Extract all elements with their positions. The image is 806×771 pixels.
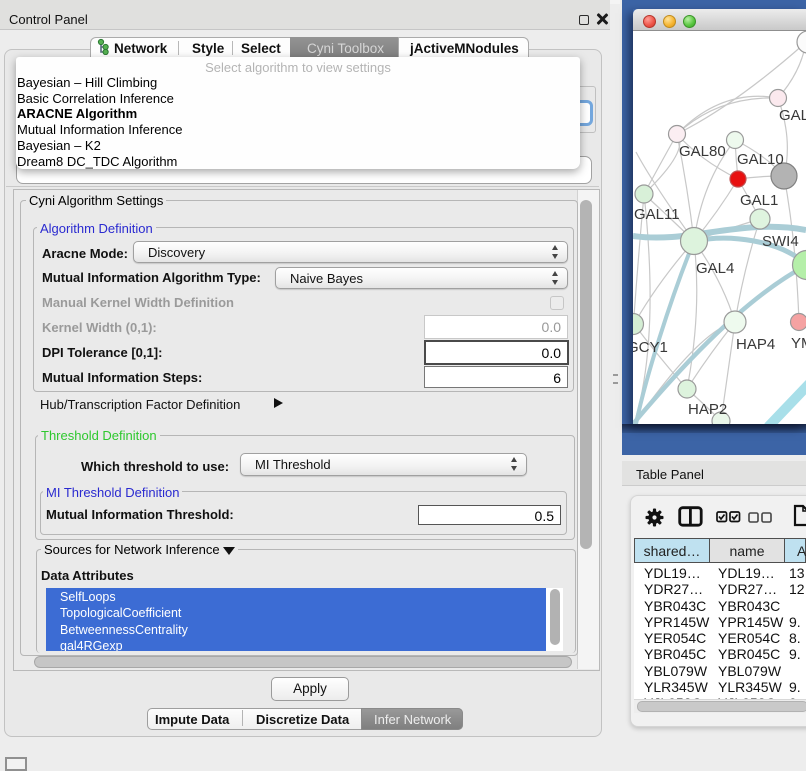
svg-text:GAL10: GAL10 xyxy=(737,151,784,168)
svg-text:GAL4: GAL4 xyxy=(696,260,734,277)
svg-text:GAL80: GAL80 xyxy=(679,143,726,160)
svg-text:SWI4: SWI4 xyxy=(762,233,799,250)
svg-text:YMR0: YMR0 xyxy=(791,335,806,352)
svg-text:HAP4: HAP4 xyxy=(736,336,775,353)
svg-text:GAL1: GAL1 xyxy=(740,192,778,209)
svg-text:GCY1: GCY1 xyxy=(633,339,668,356)
svg-text:GAL11: GAL11 xyxy=(634,206,680,223)
svg-text:GAL2: GAL2 xyxy=(779,107,806,124)
svg-text:HAP2: HAP2 xyxy=(688,401,727,418)
